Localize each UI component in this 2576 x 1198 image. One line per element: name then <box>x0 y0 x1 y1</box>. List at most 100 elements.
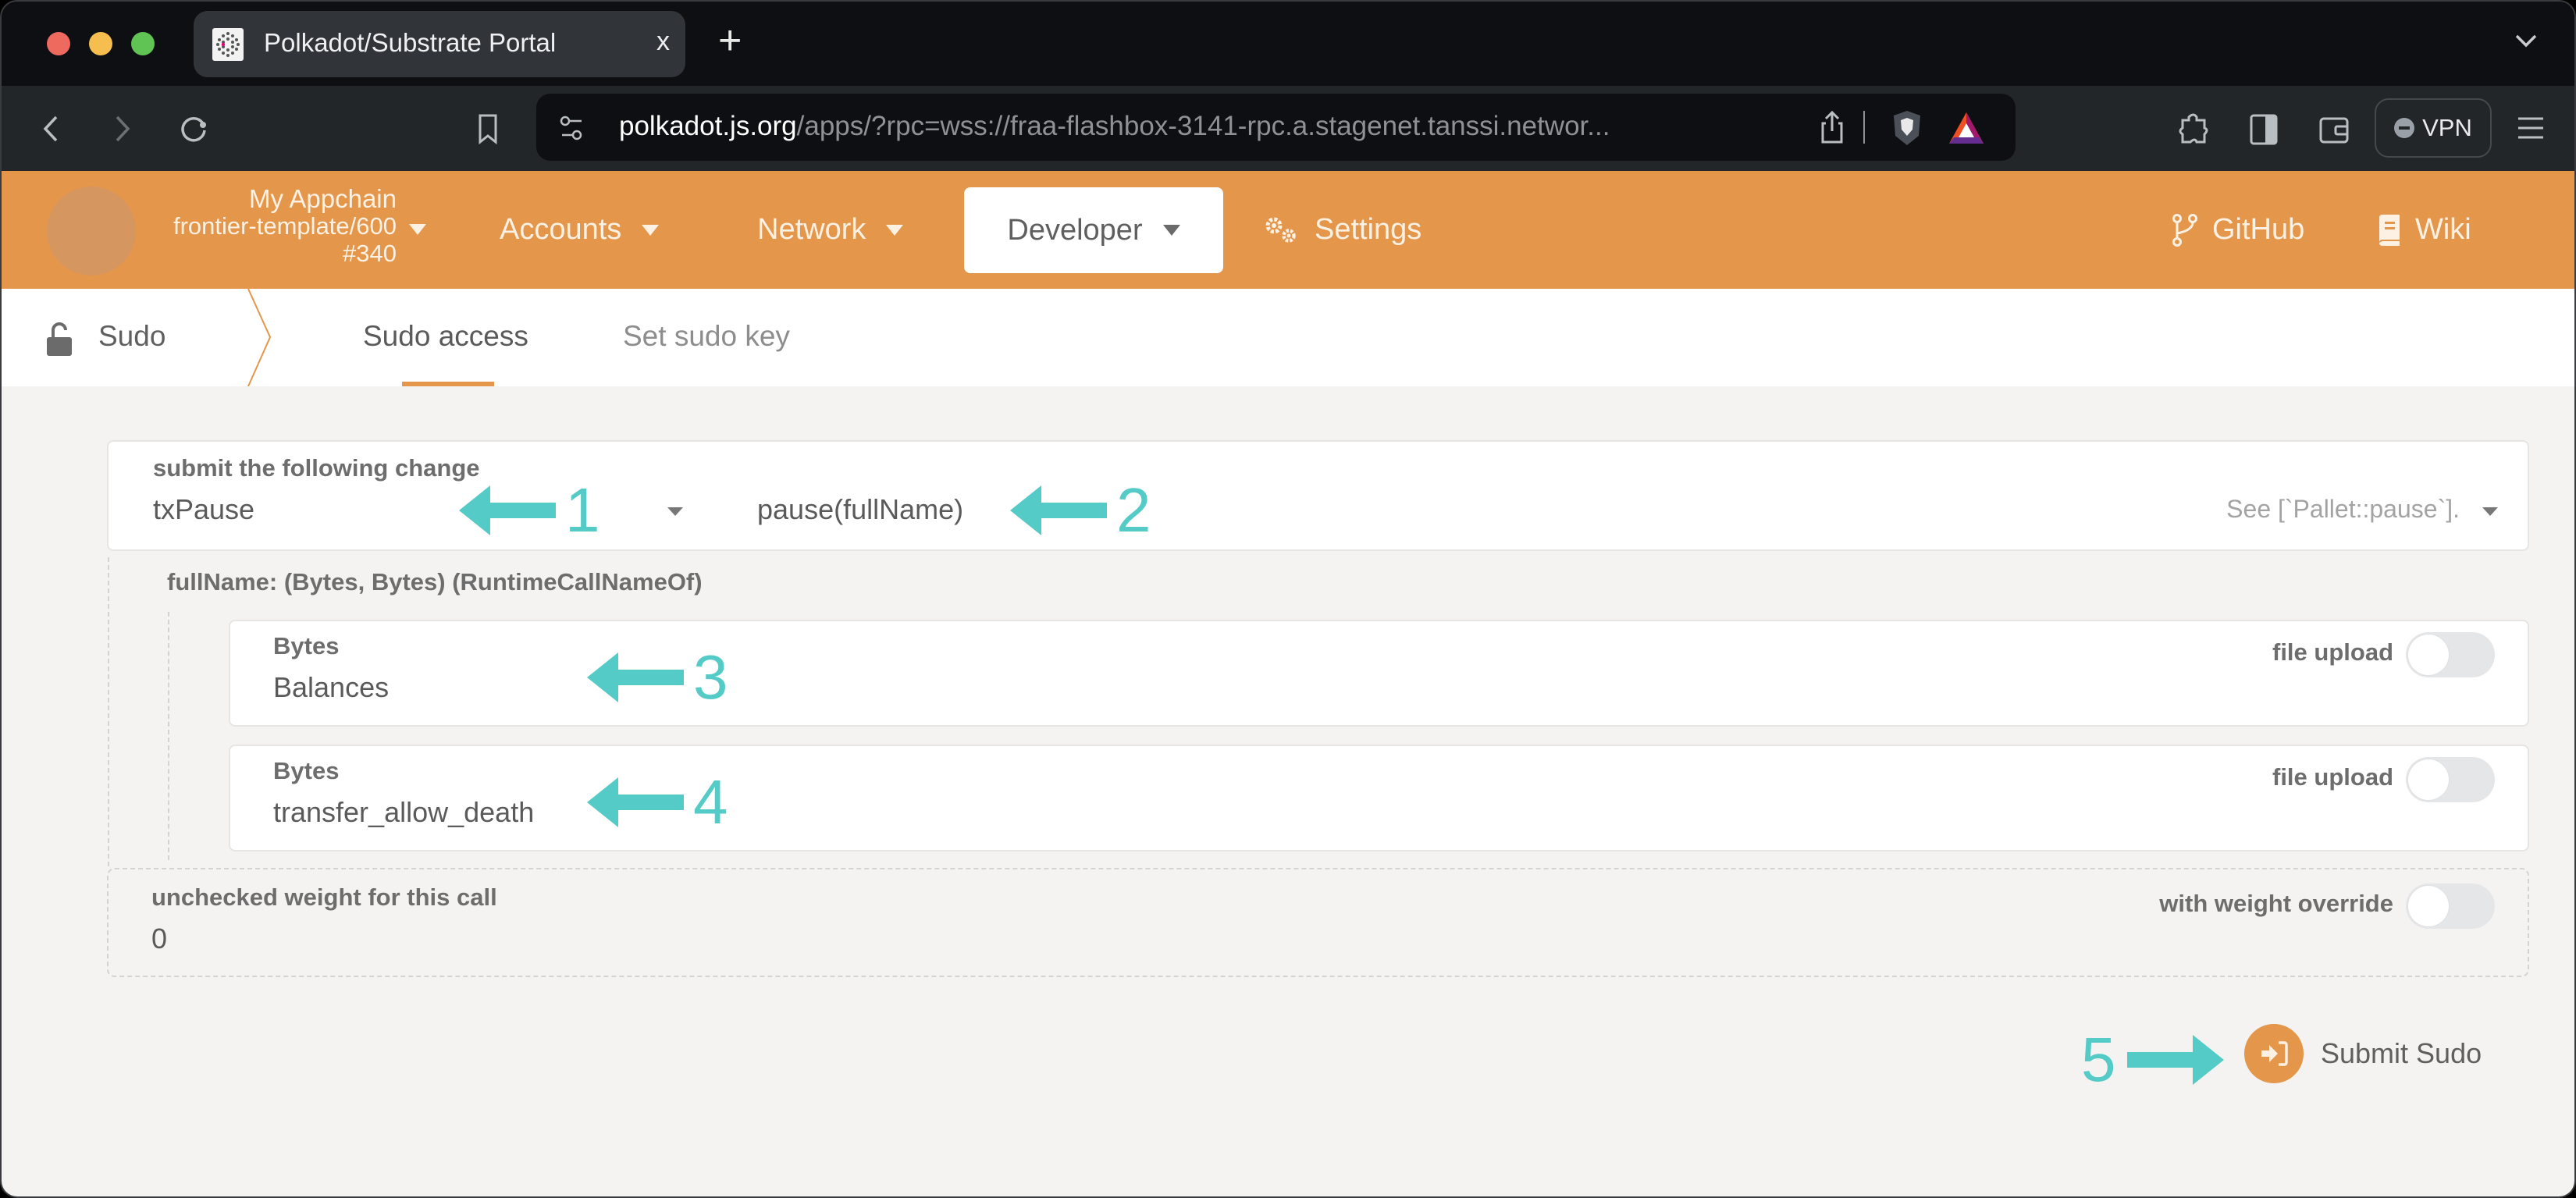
cogs-icon <box>1263 215 1299 246</box>
file-upload-toggle[interactable] <box>2406 632 2495 677</box>
browser-toolbar: polkadot.js.org/apps/?rpc=wss://fraa-fla… <box>2 86 2574 171</box>
menu-settings-label: Settings <box>1315 213 1422 246</box>
menu-github[interactable]: GitHub <box>2172 171 2304 289</box>
app-header: My Appchain frontier-template/600 #340 A… <box>2 171 2574 289</box>
param-value-input[interactable]: transfer_allow_death <box>273 796 534 829</box>
close-window-button[interactable] <box>47 32 70 55</box>
annotation-5: 5 <box>2081 1029 2224 1091</box>
weight-value: 0 <box>151 922 168 954</box>
tab-title: Polkadot/Substrate Portal <box>264 28 557 57</box>
breadcrumb-separator-icon <box>247 289 272 386</box>
weight-label: unchecked weight for this call <box>151 883 497 911</box>
menu-developer-label: Developer <box>1007 213 1143 247</box>
caret-down-icon <box>642 224 660 236</box>
vpn-label: VPN <box>2422 114 2472 141</box>
sub-navigation: Sudo Sudo access Set sudo key <box>2 289 2574 386</box>
brave-shields-icon[interactable] <box>1889 109 1925 147</box>
param-type-label: Bytes <box>273 757 340 784</box>
sign-in-icon <box>2244 1024 2304 1083</box>
param-value-input[interactable]: Balances <box>273 671 389 704</box>
annotation-3: 3 <box>587 646 728 709</box>
menu-network-label: Network <box>757 213 866 246</box>
arrow-left-icon <box>459 485 556 535</box>
arrow-left-icon <box>1010 485 1107 535</box>
arrow-right-icon <box>2126 1035 2224 1085</box>
chain-logo[interactable] <box>47 187 136 276</box>
annotation-number: 4 <box>693 767 728 837</box>
file-upload-toggle[interactable] <box>2406 757 2495 802</box>
menu-accounts[interactable]: Accounts <box>500 171 660 289</box>
menu-wiki[interactable]: Wiki <box>2376 171 2471 289</box>
caret-down-icon <box>1162 225 1180 236</box>
param-type-label: Bytes <box>273 632 340 659</box>
tab-sudo-access[interactable]: Sudo access <box>363 320 528 353</box>
param-input-card: Bytes transfer_allow_death file upload <box>229 745 2529 851</box>
caret-down-icon[interactable] <box>667 507 683 516</box>
vpn-status-icon <box>2394 118 2415 138</box>
chain-name: My Appchain <box>249 184 397 213</box>
annotation-number: 3 <box>693 642 728 712</box>
menu-wiki-label: Wiki <box>2415 213 2471 246</box>
annotation-2: 2 <box>1010 479 1151 542</box>
browser-tab[interactable]: Polkadot/Substrate Portal x <box>194 11 685 77</box>
pallet-dropdown[interactable]: txPause <box>153 493 254 526</box>
url-path: /apps/?rpc=wss://fraa-flashbox-3141-rpc.… <box>796 111 1610 141</box>
tab-close-button[interactable]: x <box>656 27 670 57</box>
vpn-button[interactable]: VPN <box>2375 98 2492 158</box>
weight-override-label: with weight override <box>2159 890 2393 917</box>
menu-accounts-label: Accounts <box>500 213 622 246</box>
arrow-left-icon <box>587 652 684 702</box>
menu-network[interactable]: Network <box>757 171 904 289</box>
wallet-icon[interactable] <box>2315 111 2353 148</box>
polkadot-favicon-icon <box>212 28 244 61</box>
menu-settings[interactable]: Settings <box>1263 171 1421 289</box>
url-text[interactable]: polkadot.js.org/apps/?rpc=wss://fraa-fla… <box>619 111 1610 142</box>
new-tab-button[interactable]: + <box>718 20 742 61</box>
forward-icon[interactable] <box>101 109 141 148</box>
caret-down-icon[interactable] <box>409 224 426 235</box>
toggle-knob <box>2408 635 2449 675</box>
share-icon[interactable] <box>1816 109 1848 145</box>
unlock-icon <box>47 322 72 356</box>
annotation-4: 4 <box>587 771 728 834</box>
toggle-knob <box>2408 886 2449 926</box>
submit-sudo-label: Submit Sudo <box>2321 1037 2482 1069</box>
method-dropdown[interactable]: pause(fullName) <box>757 493 963 526</box>
chevron-down-icon[interactable] <box>2510 25 2542 56</box>
minimize-window-button[interactable] <box>89 32 112 55</box>
weight-section: unchecked weight for this call 0 with we… <box>107 868 2529 977</box>
site-settings-icon[interactable] <box>558 114 586 142</box>
section-title: Sudo <box>98 320 166 352</box>
reload-icon[interactable] <box>175 109 214 148</box>
method-doc: See [`Pallet::pause`]. <box>2226 495 2460 523</box>
sidebar-icon[interactable] <box>2245 111 2282 148</box>
book-icon <box>2376 214 2401 246</box>
tree-line <box>168 612 169 860</box>
brave-rewards-icon[interactable] <box>1948 111 1985 145</box>
chain-block: #340 <box>343 240 397 267</box>
annotation-number: 5 <box>2081 1025 2116 1094</box>
code-branch-icon <box>2172 213 2198 247</box>
annotation-1: 1 <box>459 479 600 542</box>
call-label: submit the following change <box>153 454 480 482</box>
arrow-left-icon <box>587 777 684 827</box>
bookmark-icon[interactable] <box>468 109 507 148</box>
menu-developer[interactable]: Developer <box>964 187 1223 273</box>
tree-line <box>108 557 109 866</box>
submit-sudo-button[interactable]: Submit Sudo <box>2244 1024 2482 1083</box>
maximize-window-button[interactable] <box>131 32 155 55</box>
chain-selector[interactable]: My Appchain frontier-template/600 #340 <box>134 185 397 267</box>
address-bar[interactable]: polkadot.js.org/apps/?rpc=wss://fraa-fla… <box>536 94 2016 161</box>
annotation-number: 2 <box>1116 475 1151 545</box>
extensions-icon[interactable] <box>2175 111 2212 148</box>
weight-override-toggle[interactable] <box>2406 883 2495 929</box>
tab-set-sudo-key[interactable]: Set sudo key <box>623 320 790 353</box>
menu-github-label: GitHub <box>2212 213 2305 246</box>
tab-bar: Polkadot/Substrate Portal x + <box>2 2 2574 86</box>
hamburger-menu-icon[interactable] <box>2515 114 2546 142</box>
param-label: fullName: (Bytes, Bytes) (RuntimeCallNam… <box>167 568 703 595</box>
caret-down-icon[interactable] <box>2482 507 2498 516</box>
annotation-number: 1 <box>565 475 600 545</box>
back-icon[interactable] <box>33 109 72 148</box>
divider <box>1863 111 1865 144</box>
